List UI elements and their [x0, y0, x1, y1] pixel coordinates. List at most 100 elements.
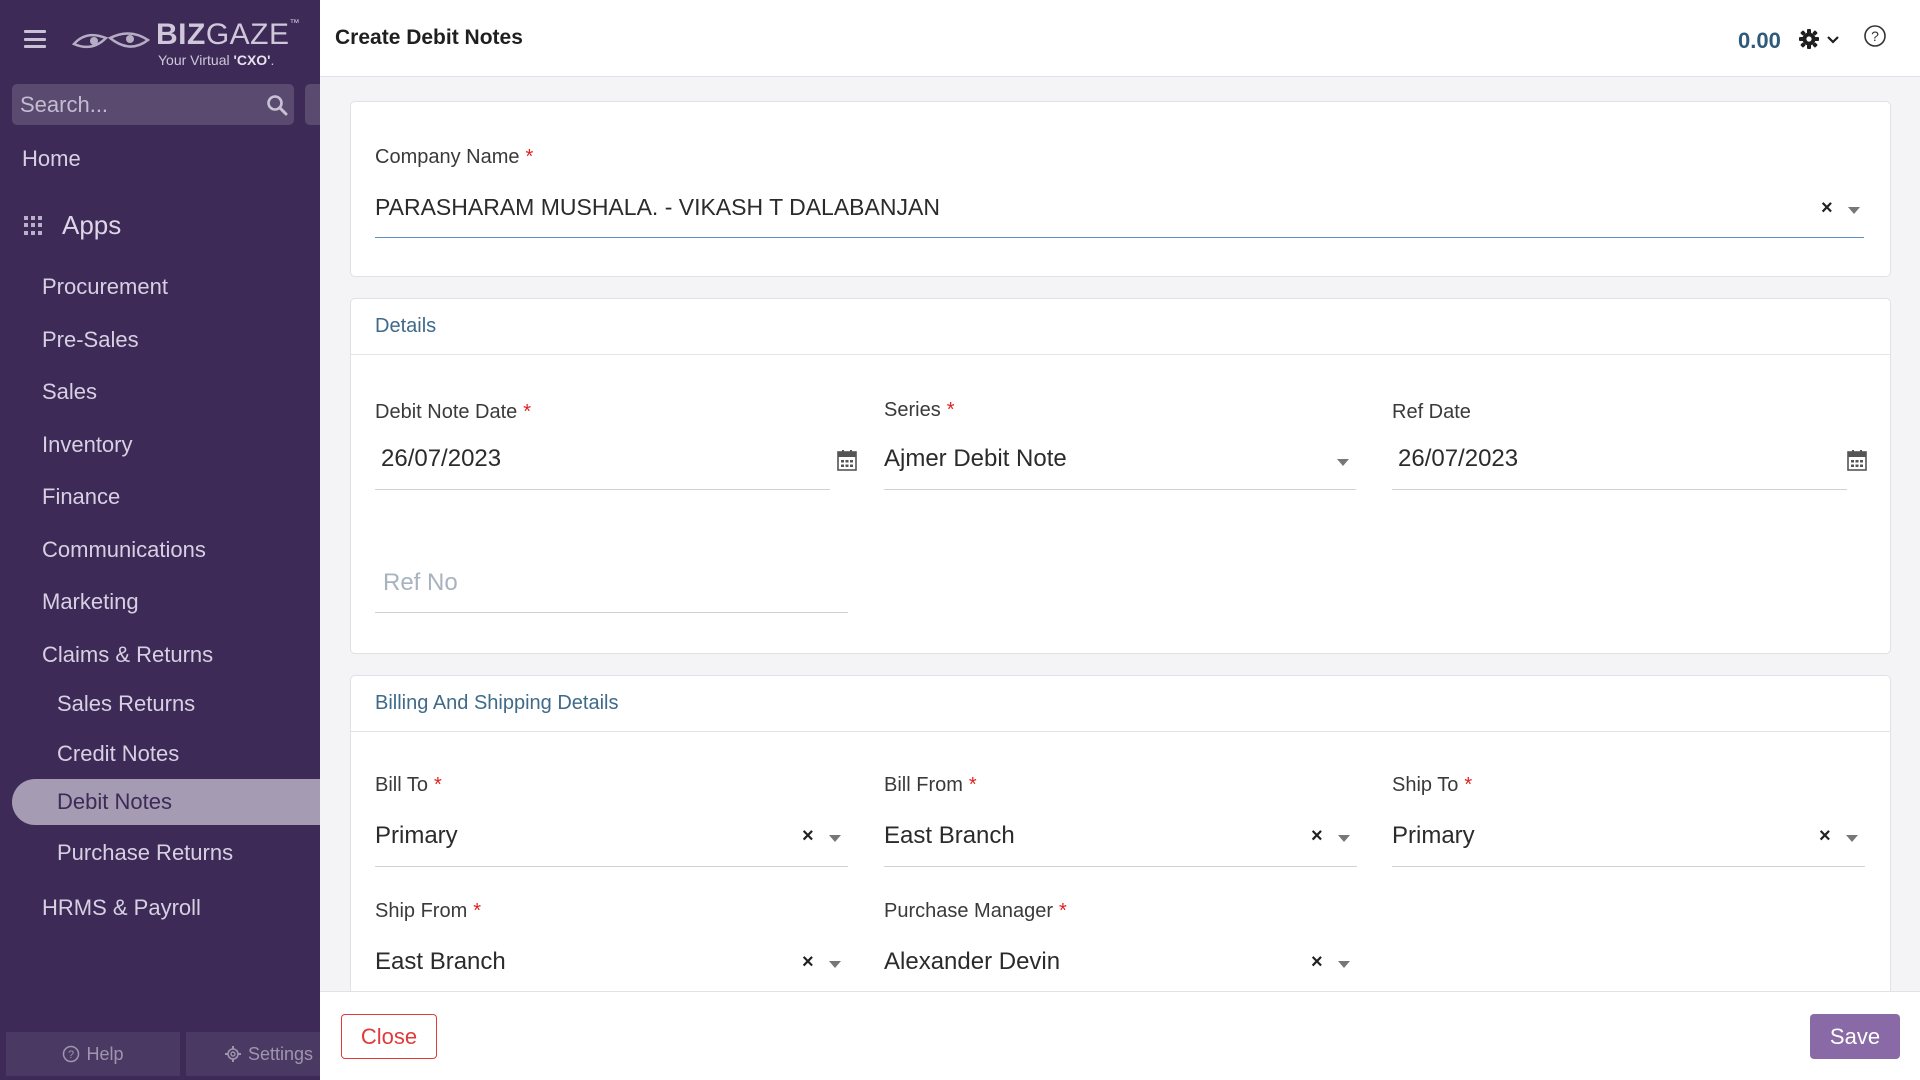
dropdown-caret-icon[interactable]	[1338, 961, 1350, 968]
series-underline	[884, 489, 1356, 490]
dropdown-caret-icon[interactable]	[1338, 835, 1350, 842]
purchase-manager-field[interactable]: Purchase Manager * Alexander Devin ×	[884, 900, 1357, 975]
sidebar-item-marketing[interactable]: Marketing	[42, 589, 139, 615]
sidebar-item-pre-sales[interactable]: Pre-Sales	[42, 327, 139, 353]
debit-note-date-field[interactable]: Debit Note Date * 26/07/2023	[375, 401, 857, 490]
save-button[interactable]: Save	[1810, 1014, 1900, 1059]
menu-toggle-icon[interactable]	[24, 30, 46, 48]
debit-note-date-underline	[375, 489, 830, 490]
dropdown-caret-icon[interactable]	[829, 835, 841, 842]
ref-date-value: 26/07/2023	[1398, 445, 1519, 472]
main-content: Create Debit Notes 0.00 ? Company Name * …	[320, 0, 1920, 1080]
ref-no-field[interactable]: Ref No	[375, 557, 848, 613]
bill-to-underline	[375, 866, 848, 867]
ship-from-label: Ship From *	[375, 900, 482, 922]
bill-from-field[interactable]: Bill From * East Branch ×	[884, 774, 1357, 867]
ship-to-value: Primary	[1392, 822, 1475, 849]
settings-label: Settings	[248, 1043, 314, 1064]
calendar-icon[interactable]	[837, 449, 857, 471]
clear-icon[interactable]: ×	[802, 825, 814, 848]
apps-grid-icon	[24, 215, 44, 236]
sidebar-item-claims-returns[interactable]: Claims & Returns	[42, 642, 213, 668]
calendar-icon[interactable]	[1847, 449, 1867, 471]
ship-from-field[interactable]: Ship From * East Branch ×	[375, 900, 848, 975]
apps-label: Apps	[62, 210, 122, 240]
company-card: Company Name * PARASHARAM MUSHALA. - VIKA…	[350, 101, 1891, 277]
svg-text:?: ?	[1871, 28, 1879, 44]
ref-date-field[interactable]: Ref Date 26/07/2023	[1392, 401, 1867, 490]
sidebar-item-purchase-returns[interactable]: Purchase Returns	[57, 840, 233, 866]
sidebar-item-sales[interactable]: Sales	[42, 379, 97, 405]
bill-from-value: East Branch	[884, 822, 1015, 849]
settings-dropdown[interactable]	[1798, 28, 1842, 50]
settings-button[interactable]: Settings	[186, 1032, 320, 1076]
help-button[interactable]: ? Help	[6, 1032, 180, 1076]
clear-icon[interactable]: ×	[802, 951, 814, 974]
billing-section-title: Billing And Shipping Details	[351, 676, 1890, 732]
details-card: Details Debit Note Date * 26/07/2023 Seri…	[350, 298, 1891, 654]
ship-to-field[interactable]: Ship To * Primary ×	[1392, 774, 1865, 867]
bill-to-value: Primary	[375, 822, 458, 849]
form-footer: Close Save	[320, 991, 1920, 1080]
help-circle-icon[interactable]: ?	[1863, 24, 1887, 48]
clear-icon[interactable]: ×	[1311, 825, 1323, 848]
brand-logo[interactable]: BIZGAZE™ Your Virtual 'CXO'.	[72, 18, 300, 68]
details-section-title: Details	[351, 299, 1890, 355]
company-name-value: PARASHARAM MUSHALA. - VIKASH T DALABANJA…	[375, 194, 940, 220]
sidebar-item-label: Debit Notes	[57, 789, 172, 814]
page-header: Create Debit Notes 0.00 ?	[320, 0, 1920, 77]
sidebar-item-procurement[interactable]: Procurement	[42, 274, 168, 300]
series-field[interactable]: Series * Ajmer Debit Note	[884, 399, 1356, 490]
help-label: Help	[86, 1043, 124, 1064]
company-name-label: Company Name *	[375, 146, 534, 168]
dropdown-caret-icon[interactable]	[1337, 459, 1349, 466]
owl-eyes-icon	[72, 32, 150, 49]
clear-icon[interactable]: ×	[1821, 197, 1833, 220]
bill-from-underline	[884, 866, 1357, 867]
chevron-down-icon	[1827, 36, 1839, 44]
sidebar-item-credit-notes[interactable]: Credit Notes	[57, 741, 179, 767]
brand-tagline: Your Virtual 'CXO'.	[158, 52, 275, 68]
sidebar-item-home[interactable]: Home	[22, 146, 81, 172]
bill-to-field[interactable]: Bill To * Primary ×	[375, 774, 848, 867]
sidebar-item-communications[interactable]: Communications	[42, 537, 206, 563]
sidebar-item-hrms-payroll[interactable]: HRMS & Payroll	[42, 895, 201, 921]
series-label: Series *	[884, 399, 955, 421]
purchase-manager-value: Alexander Devin	[884, 948, 1061, 975]
required-marker: *	[525, 146, 534, 168]
sidebar: BIZGAZE™ Your Virtual 'CXO'. Home Apps P…	[0, 0, 320, 1080]
ref-no-underline	[375, 612, 848, 613]
close-button[interactable]: Close	[341, 1014, 437, 1059]
ref-no-placeholder: Ref No	[383, 569, 458, 596]
clear-icon[interactable]: ×	[1311, 951, 1323, 974]
search-icon[interactable]	[266, 94, 288, 116]
dropdown-caret-icon[interactable]	[1848, 207, 1860, 214]
ship-to-label: Ship To *	[1392, 774, 1473, 796]
svg-text:?: ?	[68, 1049, 74, 1061]
help-circle-icon: ?	[63, 1045, 80, 1063]
ref-date-underline	[1392, 489, 1847, 490]
dropdown-caret-icon[interactable]	[1846, 835, 1858, 842]
sidebar-footer: ? Help Settings	[6, 1032, 320, 1076]
search-input[interactable]	[20, 84, 250, 125]
page-title: Create Debit Notes	[335, 26, 523, 49]
ref-date-label: Ref Date	[1392, 401, 1471, 423]
clear-icon[interactable]: ×	[1819, 825, 1831, 848]
bill-to-label: Bill To *	[375, 774, 442, 796]
sidebar-item-debit-notes[interactable]: Debit Notes	[12, 779, 320, 825]
sidebar-item-finance[interactable]: Finance	[42, 484, 120, 510]
debit-note-date-label: Debit Note Date *	[375, 401, 532, 423]
brand-name: BIZGAZE™	[156, 18, 301, 51]
company-name-field[interactable]: Company Name * PARASHARAM MUSHALA. - VIKA…	[375, 146, 1864, 238]
sidebar-item-inventory[interactable]: Inventory	[42, 432, 133, 458]
dropdown-caret-icon[interactable]	[829, 961, 841, 968]
sidebar-item-sales-returns[interactable]: Sales Returns	[57, 691, 195, 717]
ship-from-value: East Branch	[375, 948, 506, 975]
gear-icon	[1799, 29, 1819, 49]
gear-icon	[225, 1046, 241, 1062]
company-name-underline	[375, 237, 1864, 238]
purchase-manager-label: Purchase Manager *	[884, 900, 1067, 922]
sidebar-header: BIZGAZE™ Your Virtual 'CXO'.	[0, 0, 320, 80]
search-side-button[interactable]	[305, 84, 320, 125]
sidebar-apps-header[interactable]: Apps	[24, 210, 121, 241]
